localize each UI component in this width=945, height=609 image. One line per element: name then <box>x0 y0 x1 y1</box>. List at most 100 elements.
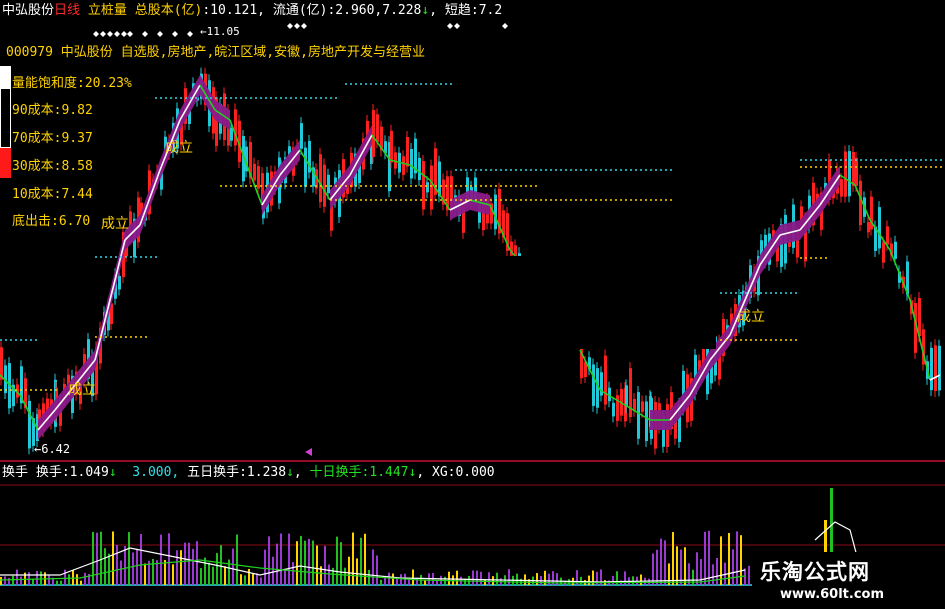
volume-bar <box>652 553 654 585</box>
volume-bar <box>448 571 450 585</box>
candle-body <box>938 345 941 391</box>
candle-body <box>426 182 429 193</box>
volume-bar <box>96 532 98 585</box>
candle-body <box>859 180 862 226</box>
volume-bar <box>656 549 658 585</box>
volume-bar <box>588 575 590 585</box>
volume-bar <box>212 566 214 585</box>
signal-marker <box>294 23 300 29</box>
volume-bar <box>184 542 186 585</box>
candle-body <box>844 151 847 197</box>
volume-bar <box>316 545 318 585</box>
volume-bar <box>328 564 330 585</box>
candle-body <box>418 157 421 181</box>
volume-bar <box>732 549 734 585</box>
volume-bar <box>632 576 634 585</box>
volume-bar <box>352 532 354 585</box>
volume-bar <box>472 570 474 585</box>
signal-marker <box>107 31 113 37</box>
volume-bar <box>568 579 570 585</box>
cost-bar-black <box>0 88 11 148</box>
volume-bar <box>56 580 58 585</box>
volume-bar <box>664 540 666 585</box>
volume-bar <box>60 580 62 585</box>
volume-bar <box>492 576 494 585</box>
volume-bar <box>192 548 194 585</box>
volume-bar <box>424 580 426 585</box>
volume-bar <box>64 569 66 585</box>
volume-bar <box>364 533 366 585</box>
volume-bar <box>236 534 238 585</box>
volume-bar <box>684 547 686 585</box>
signal-marker <box>142 31 148 37</box>
stock-info-line: 000979 中弘股份 自选股,房地产,皖江区域,安徽,房地产开发与经营业 <box>6 45 425 60</box>
volume-bar <box>308 538 310 585</box>
signal-marker <box>502 23 508 29</box>
volume-bar <box>20 576 22 585</box>
volume-bar <box>136 549 138 585</box>
candle-body <box>886 226 889 245</box>
volume-bar <box>708 530 710 585</box>
volume-bar <box>244 575 246 585</box>
signal-marker <box>157 31 163 37</box>
cost-row-bottom: 底出击:6.70 <box>12 214 91 229</box>
cursor-marker <box>305 448 312 456</box>
low-marker: ←6.42 <box>34 442 71 456</box>
short-trend-label: 短趋: <box>444 3 479 18</box>
trend-line <box>854 184 871 221</box>
cost-row-10: 10成本:7.44 <box>12 187 93 202</box>
period-label[interactable]: 日线 <box>54 3 80 18</box>
volume-bar <box>728 533 730 585</box>
volume-bar <box>200 568 202 585</box>
candle-body <box>230 127 233 141</box>
candle-body <box>848 151 851 197</box>
volume-bar <box>104 548 106 585</box>
volume-bar <box>380 579 382 585</box>
volume-bar <box>288 533 290 585</box>
candle-body <box>402 156 405 175</box>
volume-bar <box>680 549 682 585</box>
volume-bar <box>268 536 270 585</box>
volume-bar <box>168 533 170 585</box>
signal-label: 成立 <box>737 309 765 325</box>
volume-bar <box>372 549 374 585</box>
candle-body <box>372 110 375 157</box>
candle-body <box>28 400 31 449</box>
volume-bar <box>712 564 714 585</box>
candle-body <box>645 401 648 442</box>
volume-bar <box>92 531 94 585</box>
volume-bar <box>100 531 102 585</box>
volume-title[interactable]: 换手 <box>2 465 28 480</box>
float-label: 流通(亿) <box>272 3 328 18</box>
volume-bar <box>344 567 346 585</box>
signal-label: 成立 <box>68 382 96 398</box>
volume-bar <box>0 577 2 585</box>
volume-bar <box>324 545 326 585</box>
candle-body <box>604 355 607 405</box>
volume-bar <box>144 563 146 585</box>
watermark-title: 乐淘公式网 <box>760 560 870 584</box>
volume-bar <box>744 568 746 585</box>
volume-bar <box>376 555 378 585</box>
volume-bar <box>76 574 78 585</box>
volume-bar <box>116 544 118 585</box>
volume-bar <box>8 577 10 585</box>
volume-bar <box>356 558 358 585</box>
volume-bar <box>480 571 482 585</box>
volume-bar <box>172 564 174 585</box>
candle-body <box>422 161 425 210</box>
volume-bar <box>740 535 742 585</box>
volume-bar <box>660 538 662 585</box>
candle-body <box>376 114 379 142</box>
candle-body <box>118 275 121 290</box>
watermark-url: www.60lt.com <box>780 587 885 602</box>
volume-bar <box>176 550 178 585</box>
candle-body <box>633 399 636 411</box>
signal-marker <box>454 23 460 29</box>
volume-bar <box>392 573 394 585</box>
volume-bar <box>264 549 266 585</box>
volume-bar <box>400 574 402 585</box>
volume-bar <box>112 531 114 585</box>
indicator-name[interactable]: 立桩量 <box>88 3 127 18</box>
volume-bar <box>68 574 70 585</box>
